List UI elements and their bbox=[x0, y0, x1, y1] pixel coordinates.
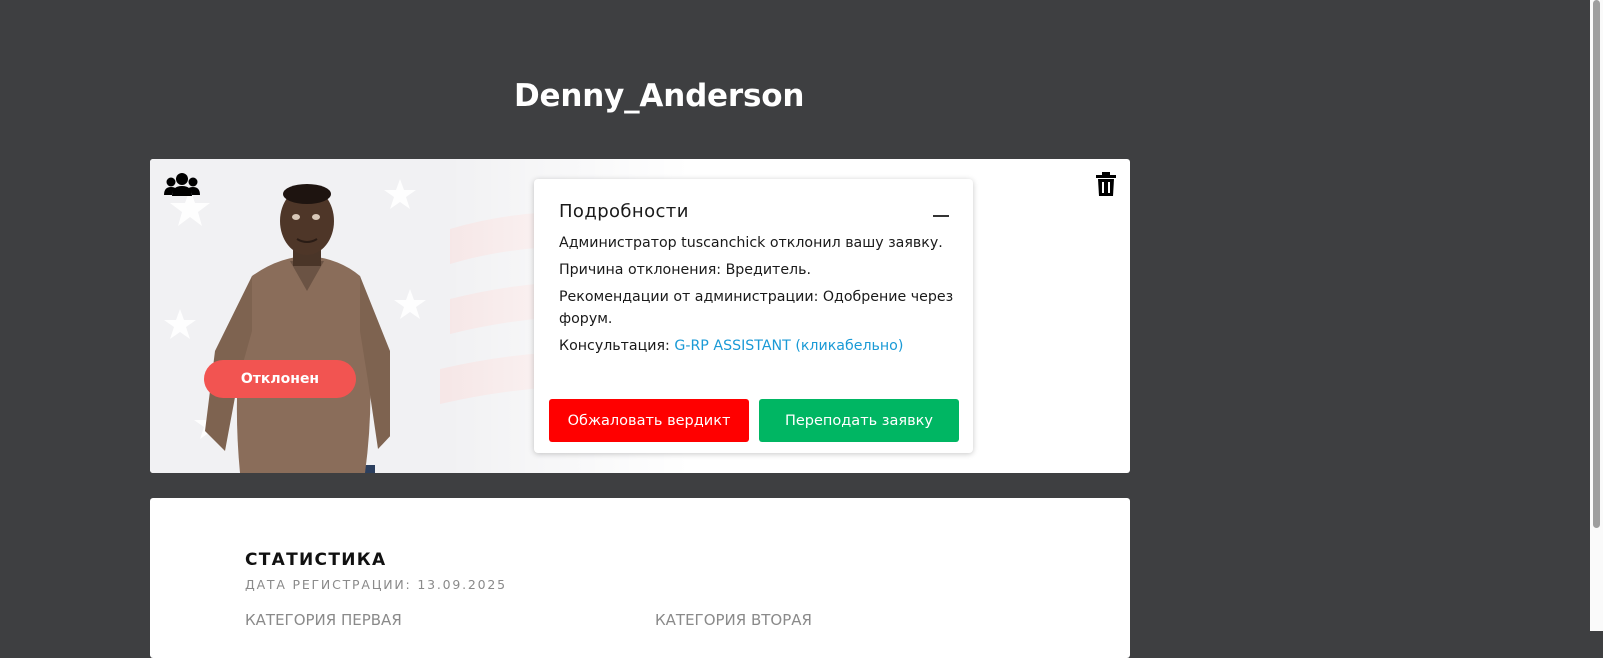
trash-icon[interactable] bbox=[1096, 172, 1116, 196]
appeal-verdict-button[interactable]: Обжаловать вердикт bbox=[549, 399, 749, 442]
registration-date: ДАТА РЕГИСТРАЦИИ: 13.09.2025 bbox=[245, 577, 507, 592]
character-skin-image bbox=[205, 184, 390, 473]
details-panel: Подробности Администратор tuscanchick от… bbox=[534, 179, 973, 453]
details-reason-line: Причина отклонения: Вредитель. bbox=[559, 262, 811, 278]
stats-card: СТАТИСТИКА ДАТА РЕГИСТРАЦИИ: 13.09.2025 … bbox=[150, 498, 1130, 658]
category-second-label: КАТЕГОРИЯ ВТОРАЯ bbox=[655, 611, 812, 629]
minus-icon[interactable] bbox=[933, 215, 949, 217]
details-body: Администратор tuscanchick отклонил вашу … bbox=[559, 232, 959, 362]
details-consult-line: Консультация: G-RP ASSISTANT (кликабельн… bbox=[559, 335, 959, 357]
details-recommendation-line: Рекомендации от администрации: Одобрение… bbox=[559, 289, 954, 327]
scrollbar-thumb[interactable] bbox=[1593, 0, 1600, 528]
users-icon bbox=[164, 173, 200, 196]
category-first-label: КАТЕГОРИЯ ПЕРВАЯ bbox=[245, 611, 402, 629]
page-title: Denny_Anderson bbox=[514, 78, 805, 114]
details-admin-line: Администратор tuscanchick отклонил вашу … bbox=[559, 235, 943, 251]
stats-title: СТАТИСТИКА bbox=[245, 550, 387, 570]
consult-label: Консультация: bbox=[559, 338, 670, 354]
resubmit-application-button[interactable]: Переподать заявку bbox=[759, 399, 959, 442]
status-badge: Отклонен bbox=[204, 360, 356, 398]
consult-link[interactable]: G-RP ASSISTANT (кликабельно) bbox=[674, 338, 903, 354]
details-title: Подробности bbox=[559, 201, 689, 222]
page-scrollbar[interactable] bbox=[1590, 0, 1603, 631]
